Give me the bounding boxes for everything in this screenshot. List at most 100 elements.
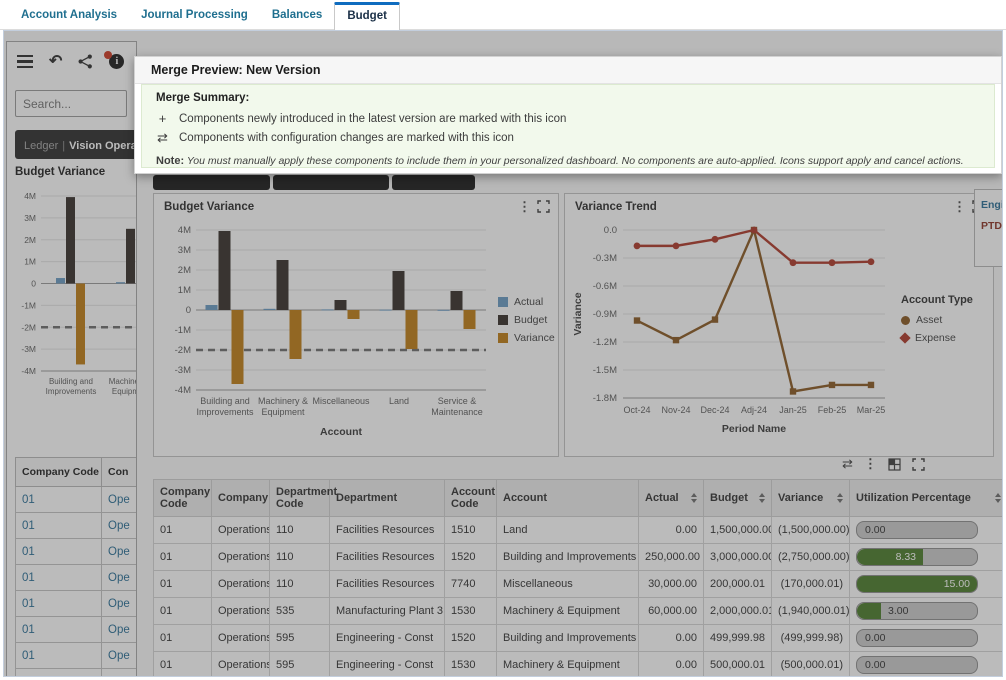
column-header: Company Code [15, 457, 102, 487]
merge-summary-box: Merge Summary: + Components newly introdu… [141, 84, 995, 168]
table-row[interactable]: 01 Operations 595 Engineering - Const 1530 Ma… [153, 651, 1002, 676]
legend-item-variance: Variance [498, 332, 555, 344]
table-cell: (500,000.01) [771, 651, 850, 676]
table-row[interactable]: 01 Operations 535 Manufacturing Plant 3 1530… [153, 597, 1002, 625]
legend-item-expense: Expense [899, 332, 993, 344]
table-row[interactable]: 01Ope [15, 590, 136, 617]
table-cell: 110 [269, 570, 330, 598]
utilization-gauge: 0.00 [856, 521, 978, 539]
table-row[interactable]: 01Ope [15, 642, 136, 669]
table-cell: 1520 [444, 624, 497, 652]
table-cell-link[interactable]: 01 [15, 668, 102, 676]
table-cell: 7740 [444, 570, 497, 598]
table-cell: Building and Improvements [496, 624, 639, 652]
kpi-pill-3[interactable] [392, 175, 475, 190]
ledger-context-pill[interactable]: Ledger|Vision Operatio [15, 130, 136, 159]
svg-text:-1M: -1M [21, 300, 36, 310]
table-cell-link[interactable]: Ope [101, 564, 136, 591]
table-row[interactable]: 01Ope [15, 564, 136, 591]
column-header-budget[interactable]: Budget [703, 479, 772, 517]
svg-text:4M: 4M [24, 191, 36, 201]
table-row[interactable]: 01Ope [15, 486, 136, 513]
table-cell-link[interactable]: Ope [101, 642, 136, 669]
peek-link[interactable]: PTD V [981, 220, 1002, 232]
share-icon[interactable] [78, 54, 93, 69]
merge-summary-item: + Components newly introduced in the late… [156, 111, 980, 126]
table-row[interactable]: 01Ope [15, 616, 136, 643]
legend-swatch-icon [498, 297, 508, 307]
column-header-utilization-percentage[interactable]: Utilization Percentage [849, 479, 1002, 517]
peek-link[interactable]: Engin [981, 199, 1002, 211]
variance-trend-chart: 0.0 -0.3M -0.6M -0.9M -1.2M -1.5M -1.8M Oct-24 N… [572, 225, 885, 435]
sort-icon[interactable] [759, 493, 765, 503]
budget-detail-table: Company Code Company Department Code Depart… [153, 479, 1002, 676]
expand-icon[interactable] [537, 200, 550, 213]
table-cell-link[interactable]: 01 [15, 590, 102, 617]
tab-account-analysis[interactable]: Account Analysis [9, 9, 129, 29]
utilization-gauge: 8.33 [856, 548, 978, 566]
table-cell-link[interactable]: 01 [15, 512, 102, 539]
table-row[interactable]: 01Ope [15, 512, 136, 539]
dashboard-page: ↶ i Ledger|Vision Operatio Budget Varian… [3, 30, 1003, 677]
legend-item-asset: Asset [901, 314, 993, 326]
table-cell: (170,000.01) [771, 570, 850, 598]
merge-summary-title: Merge Summary: [156, 92, 250, 104]
table-cell-link[interactable]: Ope [101, 668, 136, 676]
table-cell-link[interactable]: 01 [15, 616, 102, 643]
tab-budget[interactable]: Budget [334, 2, 400, 30]
tab-balances[interactable]: Balances [260, 9, 335, 29]
table-cell: 0.00 [638, 651, 704, 676]
search-input[interactable] [15, 90, 127, 117]
variance-trend-legend: Account Type Asset Expense [899, 294, 993, 344]
kpi-pill-1[interactable] [153, 175, 270, 190]
table-row[interactable]: 01Ope [15, 668, 136, 676]
table-cell: (1,940,000.01) [771, 597, 850, 625]
budget-variance-legend: Actual Budget Variance [498, 296, 555, 344]
info-icon[interactable]: i [104, 51, 125, 69]
table-row[interactable]: 01Ope [15, 538, 136, 565]
table-cell-link[interactable]: 01 [15, 642, 102, 669]
expand-icon[interactable] [912, 457, 925, 471]
table-cell-link[interactable]: 01 [15, 564, 102, 591]
budget-detail-table-wrap: Company Code Company Department Code Depart… [153, 479, 1002, 676]
table-cell: (499,999.98) [771, 624, 850, 652]
kpi-pill-2[interactable] [273, 175, 389, 190]
merge-summary-text: Components newly introduced in the lates… [179, 112, 567, 125]
table-cell-link[interactable]: Ope [101, 538, 136, 565]
menu-icon[interactable] [17, 54, 33, 69]
table-row[interactable]: 01 Operations 110 Facilities Resources 7740 M… [153, 570, 1002, 598]
svg-text:Miscellaneous: Miscellaneous [312, 396, 370, 406]
table-cell-link[interactable]: 01 [15, 486, 102, 513]
table-cell: 1530 [444, 651, 497, 676]
sort-icon[interactable] [691, 493, 697, 503]
table-cell-link[interactable]: Ope [101, 616, 136, 643]
card-title: Variance Trend [575, 200, 657, 213]
table-toolbar: ⇄ ⋮ [842, 457, 925, 471]
table-view-icon[interactable] [888, 457, 901, 471]
sort-icon[interactable] [995, 493, 1001, 503]
compare-icon[interactable]: ⇄ [842, 457, 853, 471]
table-cell-link[interactable]: Ope [101, 512, 136, 539]
table-cell-link[interactable]: Ope [101, 590, 136, 617]
table-row[interactable]: 01 Operations 595 Engineering - Const 1520 Bu… [153, 624, 1002, 652]
table-row[interactable]: 01 Operations 110 Facilities Resources 1520 B… [153, 543, 1002, 571]
table-row[interactable]: 01 Operations 110 Facilities Resources 1510 L… [153, 516, 1002, 544]
utilization-value: 8.33 [895, 551, 916, 563]
table-cell-link[interactable]: 01 [15, 538, 102, 565]
svg-text:2M: 2M [178, 265, 191, 276]
column-header-variance[interactable]: Variance [771, 479, 850, 517]
column-header-actual[interactable]: Actual [638, 479, 704, 517]
svg-text:-4M: -4M [175, 385, 191, 396]
undo-icon[interactable]: ↶ [49, 53, 62, 69]
svg-text:Land: Land [389, 396, 409, 406]
sort-icon[interactable] [837, 493, 843, 503]
svg-text:Improvements: Improvements [46, 387, 97, 396]
sidebar-table-header: Company Code Con [15, 457, 136, 487]
kebab-menu-icon[interactable]: ⋮ [512, 200, 537, 213]
table-cell-link[interactable]: Ope [101, 486, 136, 513]
kebab-menu-icon[interactable]: ⋮ [864, 457, 877, 471]
kebab-menu-icon[interactable]: ⋮ [947, 200, 972, 213]
utilization-value: 0.00 [865, 632, 886, 644]
svg-text:Service &: Service & [438, 396, 477, 406]
tab-journal-processing[interactable]: Journal Processing [129, 9, 260, 29]
